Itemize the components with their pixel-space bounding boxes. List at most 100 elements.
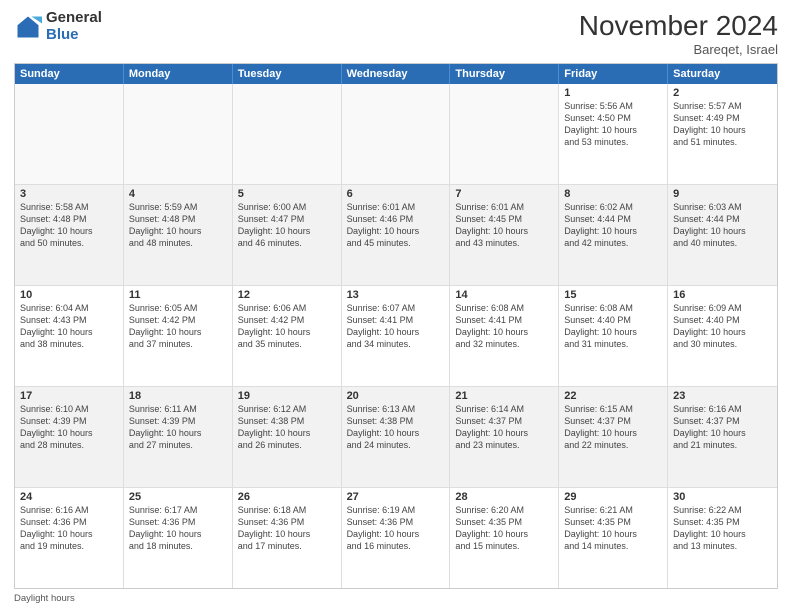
header: General Blue November 2024 Bareqet, Isra… xyxy=(14,10,778,57)
day-cell: 28Sunrise: 6:20 AM Sunset: 4:35 PM Dayli… xyxy=(450,488,559,588)
day-info: Sunrise: 6:20 AM Sunset: 4:35 PM Dayligh… xyxy=(455,504,553,553)
day-cell: 21Sunrise: 6:14 AM Sunset: 4:37 PM Dayli… xyxy=(450,387,559,487)
day-info: Sunrise: 6:08 AM Sunset: 4:40 PM Dayligh… xyxy=(564,302,662,351)
calendar-row: 24Sunrise: 6:16 AM Sunset: 4:36 PM Dayli… xyxy=(15,488,777,588)
day-cell: 30Sunrise: 6:22 AM Sunset: 4:35 PM Dayli… xyxy=(668,488,777,588)
day-info: Sunrise: 6:11 AM Sunset: 4:39 PM Dayligh… xyxy=(129,403,227,452)
day-cell: 27Sunrise: 6:19 AM Sunset: 4:36 PM Dayli… xyxy=(342,488,451,588)
logo-general: General xyxy=(46,9,102,26)
day-cell: 11Sunrise: 6:05 AM Sunset: 4:42 PM Dayli… xyxy=(124,286,233,386)
day-number: 5 xyxy=(238,188,336,200)
day-number: 2 xyxy=(673,87,772,99)
day-info: Sunrise: 6:05 AM Sunset: 4:42 PM Dayligh… xyxy=(129,302,227,351)
day-number: 16 xyxy=(673,289,772,301)
calendar-body: 1Sunrise: 5:56 AM Sunset: 4:50 PM Daylig… xyxy=(15,84,777,588)
day-number: 26 xyxy=(238,491,336,503)
weekday-header: Friday xyxy=(559,64,668,84)
day-info: Sunrise: 6:22 AM Sunset: 4:35 PM Dayligh… xyxy=(673,504,772,553)
day-info: Sunrise: 5:57 AM Sunset: 4:49 PM Dayligh… xyxy=(673,100,772,149)
weekday-header: Tuesday xyxy=(233,64,342,84)
day-cell: 9Sunrise: 6:03 AM Sunset: 4:44 PM Daylig… xyxy=(668,185,777,285)
weekday-header: Saturday xyxy=(668,64,777,84)
day-info: Sunrise: 6:08 AM Sunset: 4:41 PM Dayligh… xyxy=(455,302,553,351)
day-number: 28 xyxy=(455,491,553,503)
day-number: 19 xyxy=(238,390,336,402)
day-cell: 6Sunrise: 6:01 AM Sunset: 4:46 PM Daylig… xyxy=(342,185,451,285)
footer: Daylight hours xyxy=(14,593,778,604)
day-number: 6 xyxy=(347,188,445,200)
day-info: Sunrise: 6:21 AM Sunset: 4:35 PM Dayligh… xyxy=(564,504,662,553)
day-cell: 15Sunrise: 6:08 AM Sunset: 4:40 PM Dayli… xyxy=(559,286,668,386)
day-info: Sunrise: 6:09 AM Sunset: 4:40 PM Dayligh… xyxy=(673,302,772,351)
day-number: 17 xyxy=(20,390,118,402)
day-cell: 7Sunrise: 6:01 AM Sunset: 4:45 PM Daylig… xyxy=(450,185,559,285)
day-cell: 10Sunrise: 6:04 AM Sunset: 4:43 PM Dayli… xyxy=(15,286,124,386)
logo-icon xyxy=(14,13,42,41)
empty-cell xyxy=(124,84,233,184)
day-info: Sunrise: 6:01 AM Sunset: 4:46 PM Dayligh… xyxy=(347,201,445,250)
day-cell: 24Sunrise: 6:16 AM Sunset: 4:36 PM Dayli… xyxy=(15,488,124,588)
day-number: 29 xyxy=(564,491,662,503)
day-info: Sunrise: 6:13 AM Sunset: 4:38 PM Dayligh… xyxy=(347,403,445,452)
page: General Blue November 2024 Bareqet, Isra… xyxy=(0,0,792,612)
day-cell: 2Sunrise: 5:57 AM Sunset: 4:49 PM Daylig… xyxy=(668,84,777,184)
logo-blue: Blue xyxy=(46,26,79,43)
day-info: Sunrise: 6:19 AM Sunset: 4:36 PM Dayligh… xyxy=(347,504,445,553)
calendar: SundayMondayTuesdayWednesdayThursdayFrid… xyxy=(14,63,778,589)
day-cell: 14Sunrise: 6:08 AM Sunset: 4:41 PM Dayli… xyxy=(450,286,559,386)
day-info: Sunrise: 6:17 AM Sunset: 4:36 PM Dayligh… xyxy=(129,504,227,553)
empty-cell xyxy=(450,84,559,184)
day-number: 13 xyxy=(347,289,445,301)
month-title: November 2024 xyxy=(579,10,778,42)
day-number: 15 xyxy=(564,289,662,301)
day-number: 21 xyxy=(455,390,553,402)
day-cell: 3Sunrise: 5:58 AM Sunset: 4:48 PM Daylig… xyxy=(15,185,124,285)
day-number: 1 xyxy=(564,87,662,99)
day-cell: 23Sunrise: 6:16 AM Sunset: 4:37 PM Dayli… xyxy=(668,387,777,487)
day-cell: 18Sunrise: 6:11 AM Sunset: 4:39 PM Dayli… xyxy=(124,387,233,487)
day-number: 14 xyxy=(455,289,553,301)
calendar-row: 3Sunrise: 5:58 AM Sunset: 4:48 PM Daylig… xyxy=(15,185,777,286)
day-info: Sunrise: 6:00 AM Sunset: 4:47 PM Dayligh… xyxy=(238,201,336,250)
day-info: Sunrise: 5:58 AM Sunset: 4:48 PM Dayligh… xyxy=(20,201,118,250)
day-cell: 4Sunrise: 5:59 AM Sunset: 4:48 PM Daylig… xyxy=(124,185,233,285)
day-number: 7 xyxy=(455,188,553,200)
daylight-label: Daylight hours xyxy=(14,593,75,604)
logo-text: General Blue xyxy=(46,10,102,43)
day-info: Sunrise: 6:10 AM Sunset: 4:39 PM Dayligh… xyxy=(20,403,118,452)
day-cell: 17Sunrise: 6:10 AM Sunset: 4:39 PM Dayli… xyxy=(15,387,124,487)
logo: General Blue xyxy=(14,10,102,43)
day-number: 12 xyxy=(238,289,336,301)
day-info: Sunrise: 6:04 AM Sunset: 4:43 PM Dayligh… xyxy=(20,302,118,351)
empty-cell xyxy=(342,84,451,184)
day-number: 30 xyxy=(673,491,772,503)
calendar-header: SundayMondayTuesdayWednesdayThursdayFrid… xyxy=(15,64,777,84)
day-number: 23 xyxy=(673,390,772,402)
day-number: 18 xyxy=(129,390,227,402)
empty-cell xyxy=(15,84,124,184)
calendar-row: 1Sunrise: 5:56 AM Sunset: 4:50 PM Daylig… xyxy=(15,84,777,185)
day-cell: 16Sunrise: 6:09 AM Sunset: 4:40 PM Dayli… xyxy=(668,286,777,386)
day-number: 9 xyxy=(673,188,772,200)
day-number: 10 xyxy=(20,289,118,301)
day-info: Sunrise: 6:01 AM Sunset: 4:45 PM Dayligh… xyxy=(455,201,553,250)
weekday-header: Monday xyxy=(124,64,233,84)
day-info: Sunrise: 6:14 AM Sunset: 4:37 PM Dayligh… xyxy=(455,403,553,452)
calendar-row: 10Sunrise: 6:04 AM Sunset: 4:43 PM Dayli… xyxy=(15,286,777,387)
day-info: Sunrise: 6:15 AM Sunset: 4:37 PM Dayligh… xyxy=(564,403,662,452)
day-cell: 22Sunrise: 6:15 AM Sunset: 4:37 PM Dayli… xyxy=(559,387,668,487)
day-cell: 13Sunrise: 6:07 AM Sunset: 4:41 PM Dayli… xyxy=(342,286,451,386)
weekday-header: Wednesday xyxy=(342,64,451,84)
weekday-header: Sunday xyxy=(15,64,124,84)
day-cell: 20Sunrise: 6:13 AM Sunset: 4:38 PM Dayli… xyxy=(342,387,451,487)
day-cell: 8Sunrise: 6:02 AM Sunset: 4:44 PM Daylig… xyxy=(559,185,668,285)
day-info: Sunrise: 6:06 AM Sunset: 4:42 PM Dayligh… xyxy=(238,302,336,351)
day-cell: 5Sunrise: 6:00 AM Sunset: 4:47 PM Daylig… xyxy=(233,185,342,285)
day-cell: 12Sunrise: 6:06 AM Sunset: 4:42 PM Dayli… xyxy=(233,286,342,386)
day-cell: 1Sunrise: 5:56 AM Sunset: 4:50 PM Daylig… xyxy=(559,84,668,184)
day-info: Sunrise: 6:18 AM Sunset: 4:36 PM Dayligh… xyxy=(238,504,336,553)
day-info: Sunrise: 5:56 AM Sunset: 4:50 PM Dayligh… xyxy=(564,100,662,149)
calendar-row: 17Sunrise: 6:10 AM Sunset: 4:39 PM Dayli… xyxy=(15,387,777,488)
day-number: 11 xyxy=(129,289,227,301)
day-number: 25 xyxy=(129,491,227,503)
